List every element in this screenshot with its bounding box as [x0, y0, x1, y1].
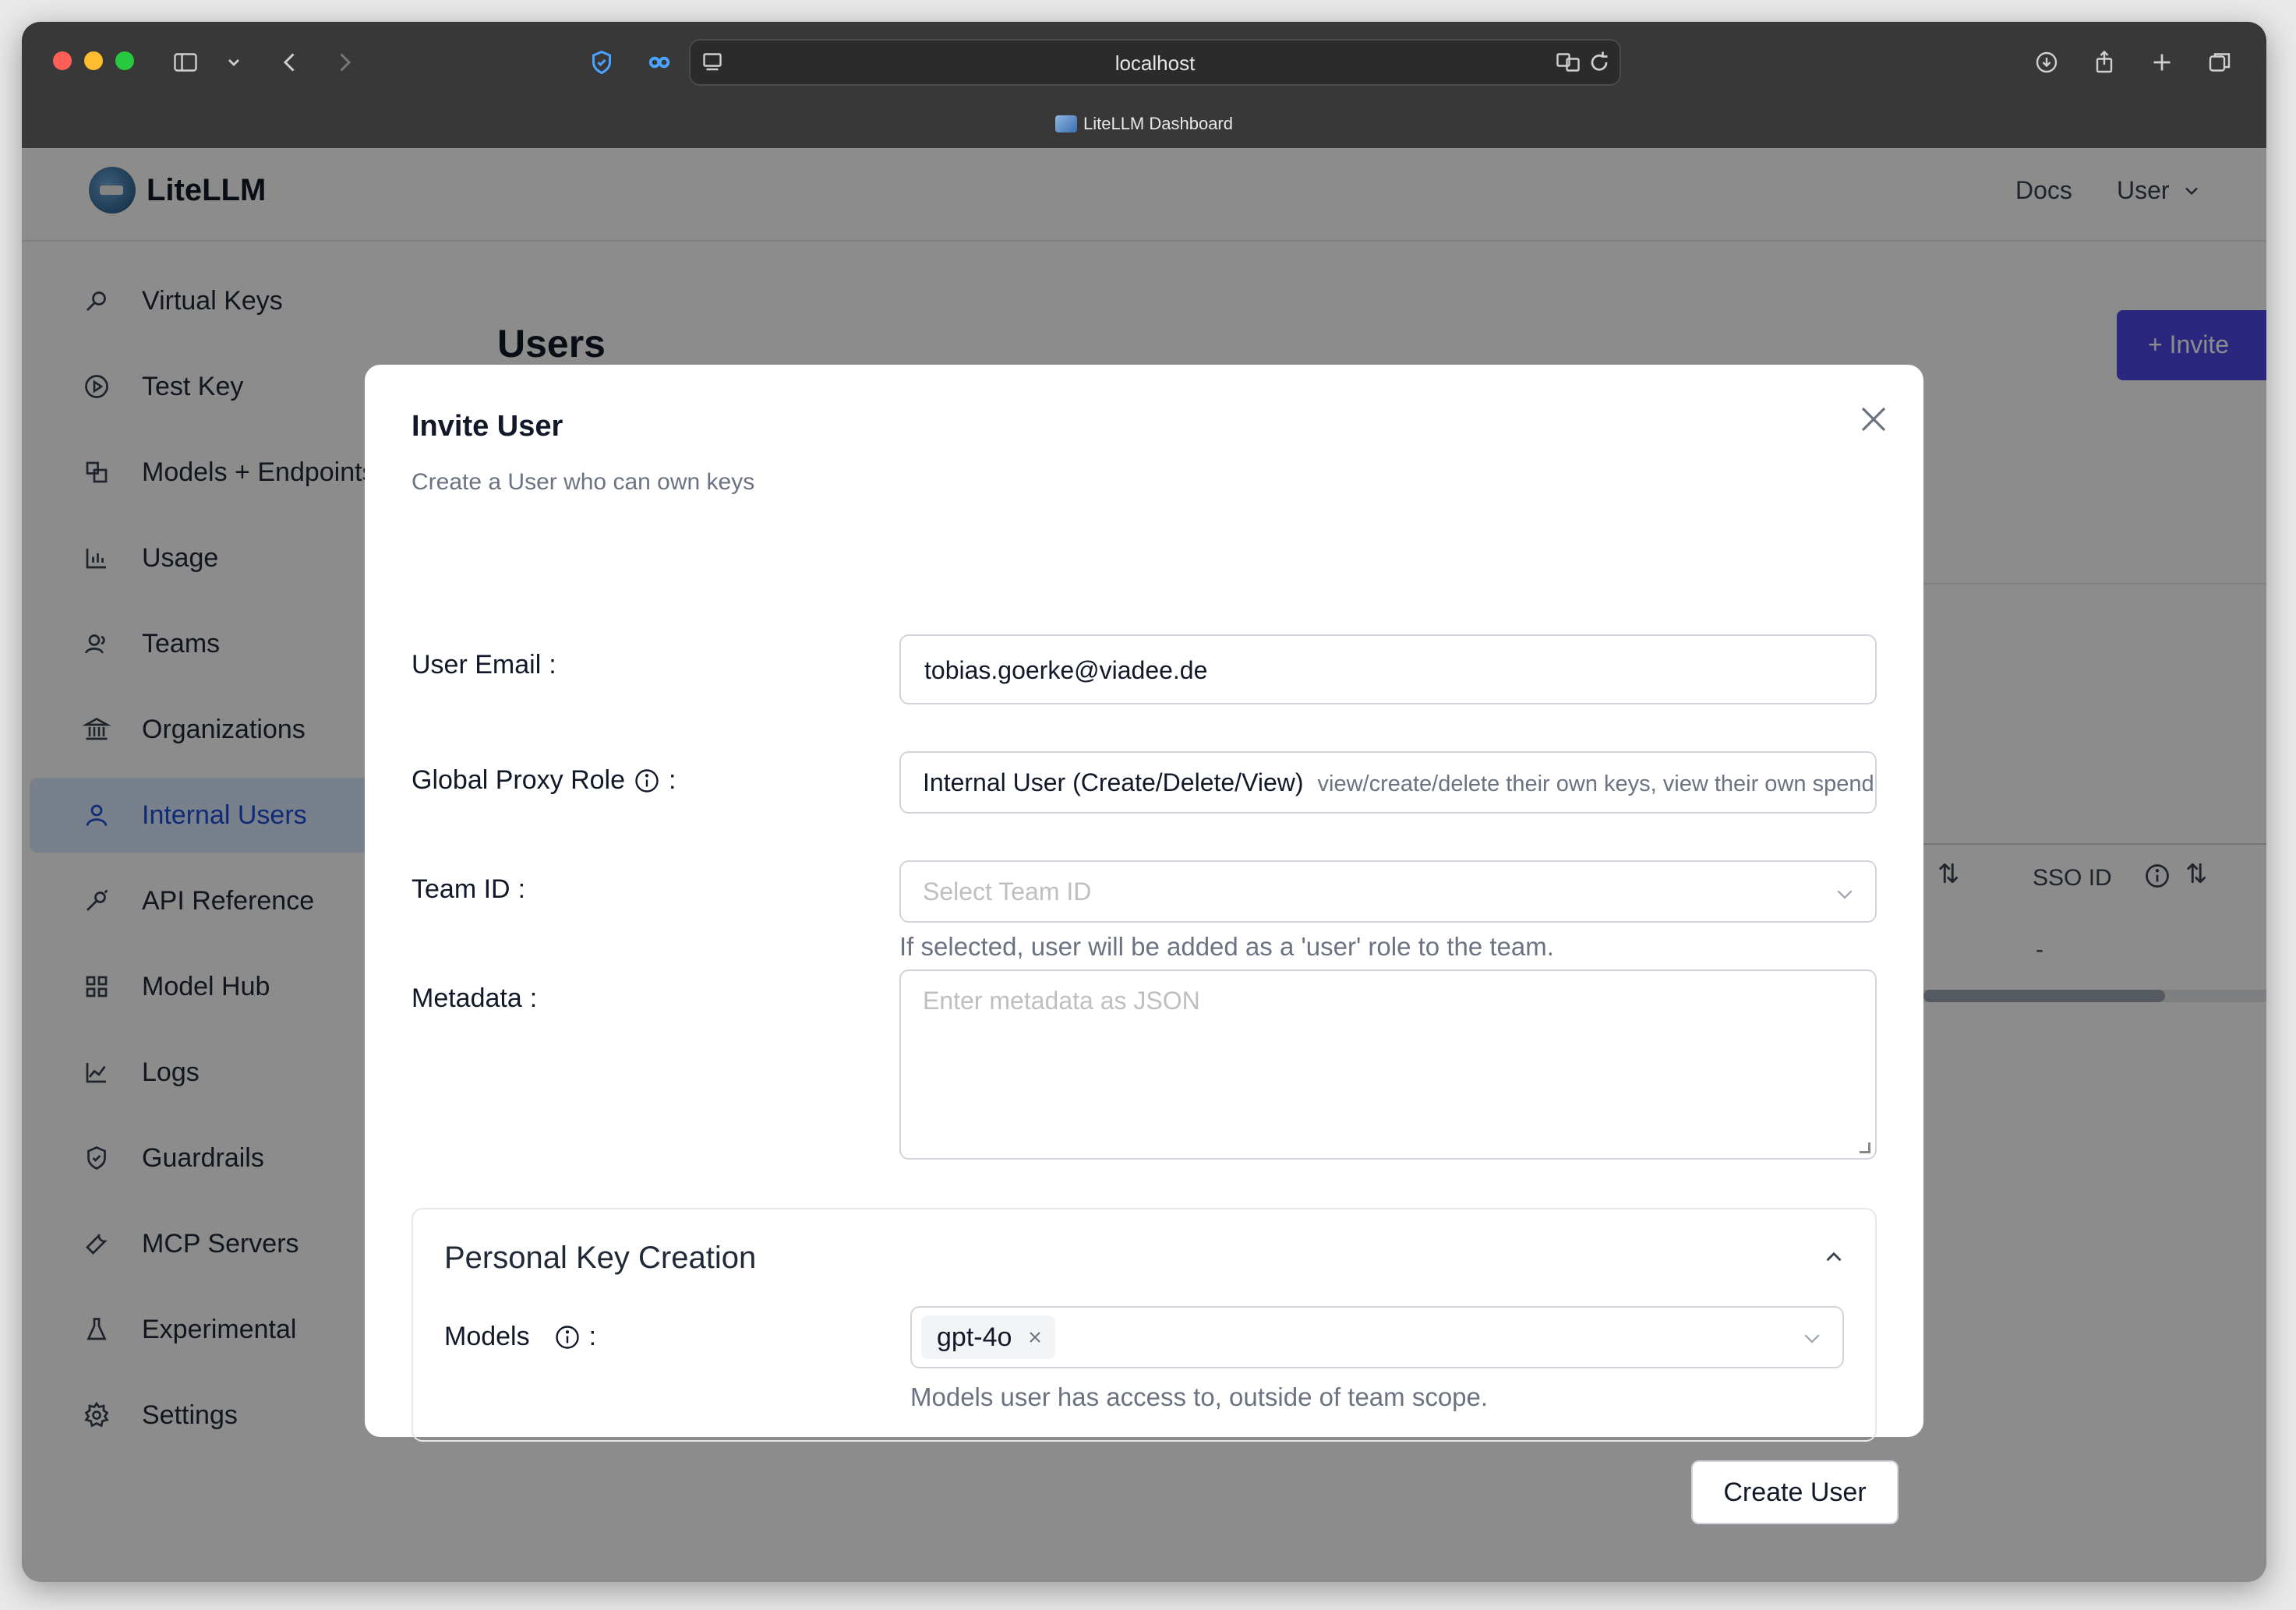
- info-icon[interactable]: [553, 1323, 581, 1351]
- forward-icon[interactable]: [327, 45, 362, 79]
- email-label: User Email:: [412, 650, 556, 680]
- role-label-text: Global Proxy Role: [412, 765, 626, 795]
- back-icon[interactable]: [273, 45, 307, 79]
- tab-title: LiteLLM Dashboard: [1083, 114, 1233, 133]
- role-description: view/create/delete their own keys, view …: [1317, 771, 1874, 796]
- new-tab-icon[interactable]: [2145, 45, 2179, 79]
- models-label: Models :: [444, 1322, 596, 1352]
- metadata-label: Metadata:: [412, 983, 537, 1014]
- close-window-button[interactable]: [53, 51, 72, 70]
- models-label-text: Models: [444, 1322, 530, 1351]
- label-colon: :: [549, 650, 556, 680]
- invite-user-modal: Invite User Create a User who can own ke…: [365, 365, 1923, 1524]
- resize-handle-icon[interactable]: [1860, 1142, 1870, 1153]
- label-colon: :: [669, 765, 676, 795]
- shield-extension-icon[interactable]: [585, 45, 619, 79]
- maximize-window-button[interactable]: [115, 51, 134, 70]
- model-tag: gpt-4o: [921, 1315, 1056, 1359]
- active-tab[interactable]: LiteLLM Dashboard: [22, 114, 2266, 134]
- team-label: Team ID:: [412, 874, 525, 905]
- role-value: Internal User (Create/Delete/View): [923, 768, 1304, 796]
- remove-tag-icon[interactable]: [1026, 1328, 1044, 1347]
- chevron-up-icon[interactable]: [1821, 1244, 1847, 1270]
- personal-key-section: Personal Key Creation Models : gpt-4o Mo…: [412, 1208, 1877, 1442]
- reload-icon[interactable]: [1582, 45, 1616, 79]
- modal-title: Invite User: [412, 410, 563, 443]
- infinity-extension-icon[interactable]: [642, 45, 676, 79]
- info-icon[interactable]: [633, 767, 661, 795]
- address-bar[interactable]: localhost: [689, 39, 1621, 86]
- model-tag-label: gpt-4o: [937, 1322, 1012, 1352]
- download-icon[interactable]: [2029, 45, 2064, 79]
- window-controls: [53, 51, 134, 70]
- minimize-window-button[interactable]: [84, 51, 103, 70]
- models-select[interactable]: gpt-4o: [910, 1306, 1844, 1368]
- email-label-text: User Email: [412, 650, 542, 680]
- models-help-text: Models user has access to, outside of te…: [910, 1382, 1489, 1411]
- label-colon: :: [529, 983, 538, 1013]
- share-icon[interactable]: [2087, 45, 2121, 79]
- close-icon[interactable]: [1855, 401, 1892, 438]
- create-user-button[interactable]: Create User: [1691, 1460, 1899, 1524]
- url-text: localhost: [1114, 51, 1196, 75]
- label-colon: :: [588, 1322, 597, 1351]
- chevron-down-icon: [1804, 1334, 1820, 1343]
- chevron-down-icon[interactable]: [217, 45, 251, 79]
- email-field[interactable]: tobias.goerke@viadee.de: [899, 634, 1877, 704]
- page: LiteLLM Docs User Virtual Keys Test Key …: [22, 148, 2266, 1582]
- sidebar-toggle-icon[interactable]: [168, 45, 203, 79]
- tab-overview-icon[interactable]: [2202, 45, 2237, 79]
- global-proxy-role-select[interactable]: Internal User (Create/Delete/View) view/c…: [899, 751, 1877, 814]
- browser-toolbar: localhost LiteLLM Dashboard: [22, 22, 2266, 148]
- browser-window: localhost LiteLLM Dashboard LiteLLM Docs…: [22, 22, 2266, 1582]
- team-help-text: If selected, user will be added as a 'us…: [899, 932, 1554, 961]
- label-colon: :: [517, 874, 526, 904]
- modal-subtitle: Create a User who can own keys: [412, 469, 755, 495]
- team-label-text: Team ID: [412, 874, 510, 904]
- role-label: Global Proxy Role :: [412, 765, 676, 796]
- translate-icon[interactable]: [1551, 45, 1585, 79]
- metadata-textarea[interactable]: Enter metadata as JSON: [899, 969, 1877, 1160]
- section-title[interactable]: Personal Key Creation: [444, 1241, 756, 1276]
- litellm-favicon-icon: [1054, 115, 1077, 132]
- chevron-down-icon: [1837, 890, 1853, 899]
- team-placeholder: Select Team ID: [923, 877, 1092, 906]
- metadata-placeholder: Enter metadata as JSON: [923, 987, 1200, 1015]
- metadata-label-text: Metadata: [412, 983, 522, 1013]
- team-id-select[interactable]: Select Team ID: [899, 860, 1877, 923]
